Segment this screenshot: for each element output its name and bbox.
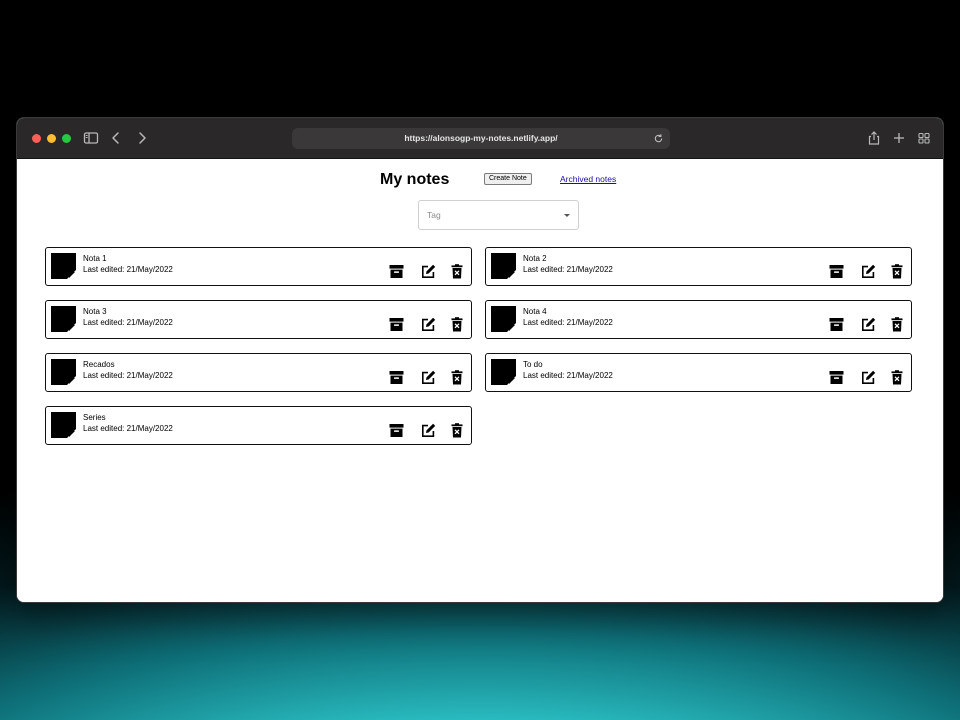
- forward-icon[interactable]: [133, 129, 151, 147]
- edit-icon[interactable]: [861, 264, 876, 279]
- sticky-note-icon: [51, 306, 76, 332]
- browser-window: https://alonsogp-my-notes.netlify.app/ M…: [16, 117, 944, 603]
- note-card: To do Last edited: 21/May/2022: [485, 353, 912, 392]
- sticky-note-icon: [51, 412, 76, 438]
- delete-icon[interactable]: [451, 264, 463, 279]
- archive-icon[interactable]: [389, 423, 404, 438]
- sidebar-icon[interactable]: [82, 129, 100, 147]
- note-title[interactable]: Nota 3: [83, 307, 107, 316]
- note-last-edited: Last edited: 21/May/2022: [83, 424, 173, 433]
- edit-icon[interactable]: [861, 370, 876, 385]
- note-card: Nota 1 Last edited: 21/May/2022: [45, 247, 472, 286]
- note-last-edited: Last edited: 21/May/2022: [83, 371, 173, 380]
- note-card: Nota 4 Last edited: 21/May/2022: [485, 300, 912, 339]
- note-last-edited: Last edited: 21/May/2022: [523, 371, 613, 380]
- edit-icon[interactable]: [421, 264, 436, 279]
- archive-icon[interactable]: [389, 370, 404, 385]
- delete-icon[interactable]: [891, 370, 903, 385]
- tab-overview-icon[interactable]: [915, 129, 933, 147]
- note-last-edited: Last edited: 21/May/2022: [83, 318, 173, 327]
- sticky-note-icon: [51, 253, 76, 279]
- note-card: Nota 3 Last edited: 21/May/2022: [45, 300, 472, 339]
- delete-icon[interactable]: [891, 264, 903, 279]
- note-title[interactable]: Nota 2: [523, 254, 547, 263]
- archive-icon[interactable]: [389, 317, 404, 332]
- tag-select-placeholder: Tag: [427, 210, 441, 220]
- archive-icon[interactable]: [389, 264, 404, 279]
- sticky-note-icon: [491, 253, 516, 279]
- note-card: Nota 2 Last edited: 21/May/2022: [485, 247, 912, 286]
- note-title[interactable]: Recados: [83, 360, 115, 369]
- create-note-button[interactable]: Create Note: [484, 173, 532, 185]
- close-window-button[interactable]: [32, 134, 41, 143]
- archived-notes-link[interactable]: Archived notes: [560, 174, 616, 184]
- reload-icon[interactable]: [653, 133, 664, 144]
- back-icon[interactable]: [107, 129, 125, 147]
- note-title[interactable]: Nota 1: [83, 254, 107, 263]
- note-last-edited: Last edited: 21/May/2022: [523, 318, 613, 327]
- note-card: Recados Last edited: 21/May/2022: [45, 353, 472, 392]
- delete-icon[interactable]: [891, 317, 903, 332]
- edit-icon[interactable]: [421, 423, 436, 438]
- new-tab-icon[interactable]: [890, 129, 908, 147]
- archive-icon[interactable]: [829, 317, 844, 332]
- note-title[interactable]: Nota 4: [523, 307, 547, 316]
- edit-icon[interactable]: [861, 317, 876, 332]
- note-title[interactable]: To do: [523, 360, 543, 369]
- browser-toolbar: https://alonsogp-my-notes.netlify.app/: [17, 118, 943, 159]
- page-content: My notes Create Note Archived notes Tag …: [17, 159, 943, 602]
- archive-icon[interactable]: [829, 264, 844, 279]
- note-last-edited: Last edited: 21/May/2022: [523, 265, 613, 274]
- address-bar[interactable]: https://alonsogp-my-notes.netlify.app/: [292, 128, 670, 149]
- url-text: https://alonsogp-my-notes.netlify.app/: [404, 133, 558, 143]
- tag-select[interactable]: Tag: [418, 200, 579, 230]
- minimize-window-button[interactable]: [47, 134, 56, 143]
- archive-icon[interactable]: [829, 370, 844, 385]
- share-icon[interactable]: [865, 129, 883, 147]
- note-last-edited: Last edited: 21/May/2022: [83, 265, 173, 274]
- note-card: Series Last edited: 21/May/2022: [45, 406, 472, 445]
- delete-icon[interactable]: [451, 423, 463, 438]
- edit-icon[interactable]: [421, 370, 436, 385]
- chevron-down-icon: [564, 214, 570, 217]
- sticky-note-icon: [491, 306, 516, 332]
- sticky-note-icon: [491, 359, 516, 385]
- sticky-note-icon: [51, 359, 76, 385]
- zoom-window-button[interactable]: [62, 134, 71, 143]
- delete-icon[interactable]: [451, 370, 463, 385]
- notes-list: Nota 1 Last edited: 21/May/2022 Nota 2 L…: [45, 247, 912, 445]
- note-title[interactable]: Series: [83, 413, 106, 422]
- edit-icon[interactable]: [421, 317, 436, 332]
- delete-icon[interactable]: [451, 317, 463, 332]
- page-title: My notes: [380, 171, 450, 188]
